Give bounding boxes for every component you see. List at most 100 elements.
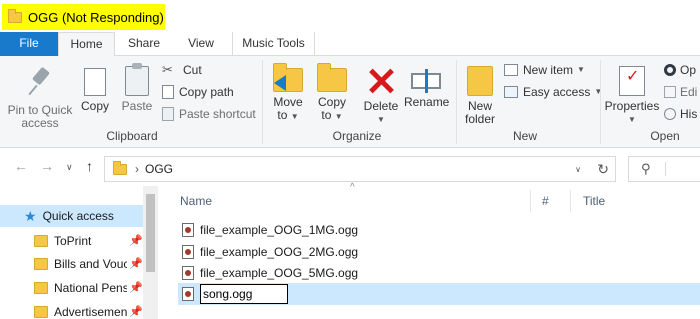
pin-to-quick-access-button[interactable]: Pin to Quick access [4, 60, 76, 130]
back-arrow-icon[interactable]: ← [14, 158, 28, 174]
column-header-number[interactable]: # [542, 186, 549, 216]
ogg-file-icon [182, 223, 194, 237]
breadcrumb[interactable]: OGG [145, 162, 173, 176]
navigation-pane: ★ Quick access ToPrint 📌 Bills and Vouc … [0, 186, 158, 319]
paste-label: Paste [121, 99, 153, 113]
file-row-renaming[interactable]: song.ogg [178, 283, 700, 305]
copy-label: Copy [80, 99, 109, 113]
pin-icon [26, 68, 54, 98]
file-row[interactable]: file_example_OOG_1MG.ogg [178, 219, 700, 241]
ogg-file-icon [182, 245, 194, 259]
file-row[interactable]: file_example_OOG_2MG.ogg [178, 241, 700, 263]
folder-icon [34, 306, 48, 318]
file-name: file_example_OOG_1MG.ogg [200, 223, 359, 237]
column-divider[interactable] [570, 190, 571, 212]
tab-file[interactable]: File [0, 32, 58, 56]
tab-home[interactable]: Home [58, 32, 115, 57]
rename-button[interactable]: Rename [404, 60, 449, 109]
new-folder-label-line2: folder [464, 112, 496, 126]
ribbon-divider [262, 60, 263, 144]
nav-item-label: National Pens [54, 281, 128, 295]
file-list: ^ Name # Title file_example_OOG_1MG.ogg … [158, 182, 700, 319]
nav-item-label: Quick access [42, 209, 114, 223]
history-icon [664, 108, 676, 120]
file-row[interactable]: file_example_OOG_5MG.ogg [178, 262, 700, 284]
pin-icon: 📌 [129, 258, 143, 270]
easy-access-button[interactable]: Easy access ▼ [504, 82, 602, 102]
new-group-label: New [512, 129, 537, 143]
cut-button[interactable]: ✂ Cut [162, 60, 202, 80]
recent-locations-chevron-icon[interactable]: ∨ [66, 162, 73, 173]
pin-icon: 📌 [129, 306, 143, 318]
open-group-label: Open [650, 129, 680, 143]
column-header-name[interactable]: Name [180, 186, 212, 216]
folder-icon [34, 258, 48, 270]
address-row: ← → ∨ ↑ › OGG ∨ ↻ ⚲ [0, 148, 700, 186]
refresh-icon[interactable]: ↻ [597, 161, 609, 178]
move-to-label-line2: to [277, 108, 288, 122]
pin-icon: 📌 [129, 235, 143, 247]
nav-item-bills[interactable]: Bills and Vouc 📌 [0, 253, 143, 275]
clipboard-group-label: Clipboard [106, 129, 158, 143]
easy-access-icon [504, 86, 518, 98]
move-to-button[interactable]: Move to ▼ [268, 60, 308, 123]
organize-group-label: Organize [332, 129, 382, 143]
chevron-down-icon: ▼ [628, 115, 636, 124]
open-label: Op [680, 63, 697, 77]
properties-button[interactable]: Properties ▼ [604, 60, 660, 126]
open-button[interactable]: Op [664, 60, 696, 80]
column-divider[interactable] [530, 190, 531, 212]
tab-view[interactable]: View [178, 32, 224, 56]
history-button[interactable]: His [664, 104, 697, 124]
nav-item-quick-access[interactable]: ★ Quick access [0, 205, 143, 227]
pin-label-line2: access [21, 116, 59, 130]
nav-item-toprint[interactable]: ToPrint 📌 [0, 230, 143, 252]
open-icon [664, 64, 676, 76]
breadcrumb-chevron-icon[interactable]: › [135, 162, 139, 176]
copy-path-icon [162, 85, 174, 99]
delete-icon [366, 66, 396, 96]
scissors-icon: ✂ [162, 62, 173, 77]
rename-input[interactable]: song.ogg [200, 284, 288, 304]
edit-icon [664, 86, 676, 98]
file-name: file_example_OOG_2MG.ogg [200, 245, 359, 259]
nav-scrollbar[interactable] [143, 186, 158, 319]
nav-item-advertisement[interactable]: Advertisemen 📌 [0, 301, 143, 319]
new-item-button[interactable]: New item ▼ [504, 60, 585, 80]
chevron-down-icon: ▼ [577, 65, 585, 74]
copy-path-button[interactable]: Copy path [162, 82, 234, 102]
tab-music-tools[interactable]: Music Tools [232, 32, 315, 56]
nav-scrollbar-thumb[interactable] [146, 194, 155, 272]
address-history-chevron-icon[interactable]: ∨ [575, 165, 581, 174]
copy-button[interactable]: Copy [76, 60, 114, 113]
paste-shortcut-button[interactable]: Paste shortcut [162, 104, 256, 124]
ribbon-tabs: File Home Share View Music Tools [0, 32, 700, 57]
file-name: file_example_OOG_5MG.ogg [200, 266, 359, 280]
paste-shortcut-label: Paste shortcut [179, 107, 256, 121]
delete-button[interactable]: Delete ▼ [360, 60, 402, 126]
column-header-title[interactable]: Title [583, 186, 605, 216]
folder-icon [34, 235, 48, 247]
new-item-icon [504, 64, 518, 76]
copy-path-label: Copy path [179, 85, 234, 99]
copy-to-button[interactable]: Copy to ▼ [312, 60, 352, 123]
edit-button[interactable]: Edi [664, 82, 697, 102]
star-icon: ★ [24, 208, 37, 224]
search-divider [664, 162, 666, 176]
properties-label: Properties [604, 99, 660, 113]
copy-to-icon [317, 63, 347, 92]
forward-arrow-icon[interactable]: → [40, 158, 54, 174]
chevron-down-icon: ▼ [290, 112, 299, 121]
nav-item-national-pens[interactable]: National Pens 📌 [0, 277, 143, 299]
tab-share[interactable]: Share [120, 32, 168, 56]
paste-button[interactable]: Paste [118, 60, 156, 113]
folder-icon [34, 282, 48, 294]
title-bar: OGG (Not Responding) [0, 0, 700, 32]
search-input[interactable]: ⚲ [628, 156, 700, 182]
up-arrow-icon[interactable]: ↑ [86, 158, 93, 174]
new-item-label: New item [523, 63, 574, 77]
address-bar[interactable]: › OGG ∨ ↻ [104, 156, 616, 182]
search-icon: ⚲ [641, 161, 651, 176]
new-folder-button[interactable]: New folder [460, 60, 500, 126]
window-title-highlight: OGG (Not Responding) [2, 4, 165, 30]
